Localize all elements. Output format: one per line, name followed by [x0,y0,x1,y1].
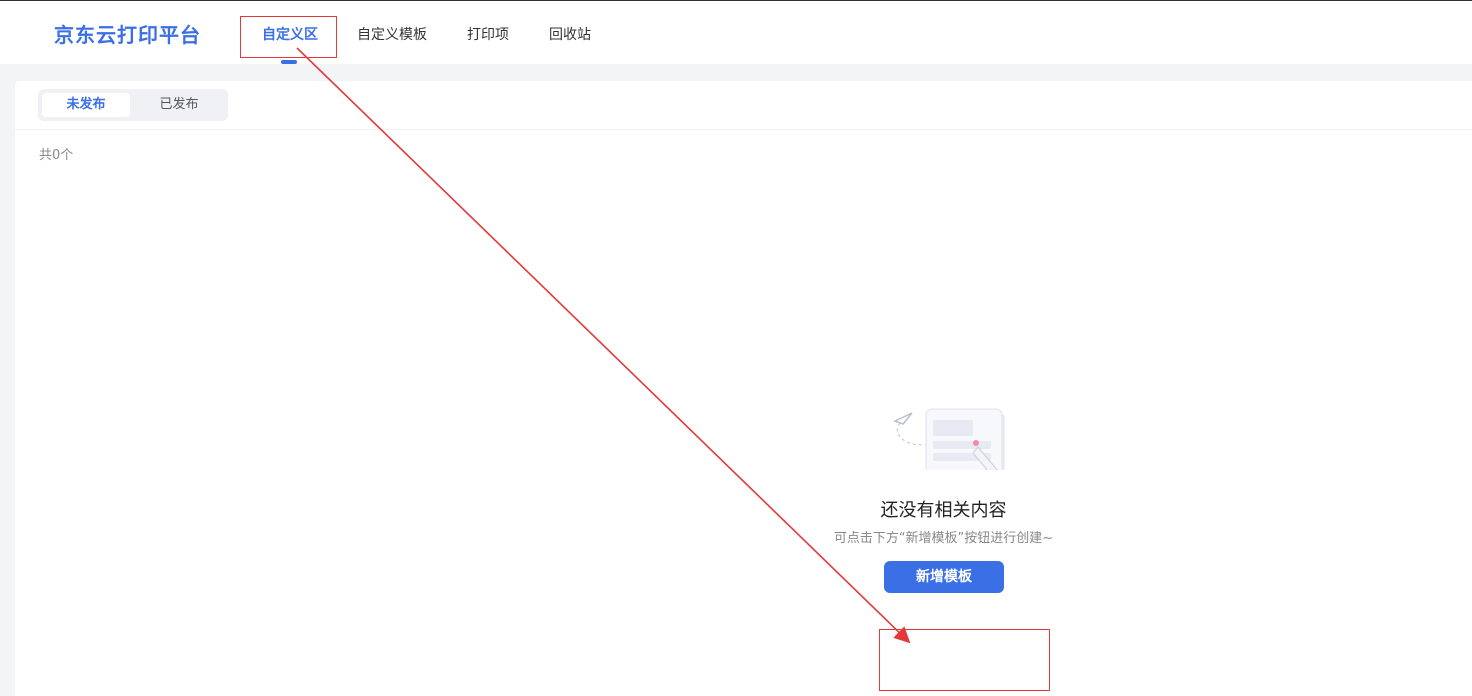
divider [15,129,1472,130]
empty-state-subtitle: 可点击下方“新增模板”按钮进行创建~ [833,531,1054,546]
tab-custom-template[interactable]: 自定义模板 [357,24,427,44]
item-count: 共0个 [39,148,74,163]
content-panel: 未发布 已发布 共0个 [15,81,1472,696]
empty-state-illustration [893,408,1005,470]
active-tab-indicator [281,60,297,64]
top-navigation-bar: 京东云打印平台 自定义区 自定义模板 打印项 回收站 [0,0,1472,64]
brand-logo-text: 京东云打印平台 [54,23,201,47]
tab-print-items[interactable]: 打印项 [467,24,509,44]
empty-state-title: 还没有相关内容 [880,500,1007,521]
annotation-highlight-box [240,16,337,58]
publish-status-segmented-control: 未发布 已发布 [38,89,228,121]
annotation-highlight-box [879,629,1050,691]
segment-unpublished[interactable]: 未发布 [42,93,130,117]
segment-published[interactable]: 已发布 [134,93,224,117]
add-template-button[interactable]: 新增模板 [884,561,1004,593]
tab-recycle-bin[interactable]: 回收站 [549,24,591,44]
